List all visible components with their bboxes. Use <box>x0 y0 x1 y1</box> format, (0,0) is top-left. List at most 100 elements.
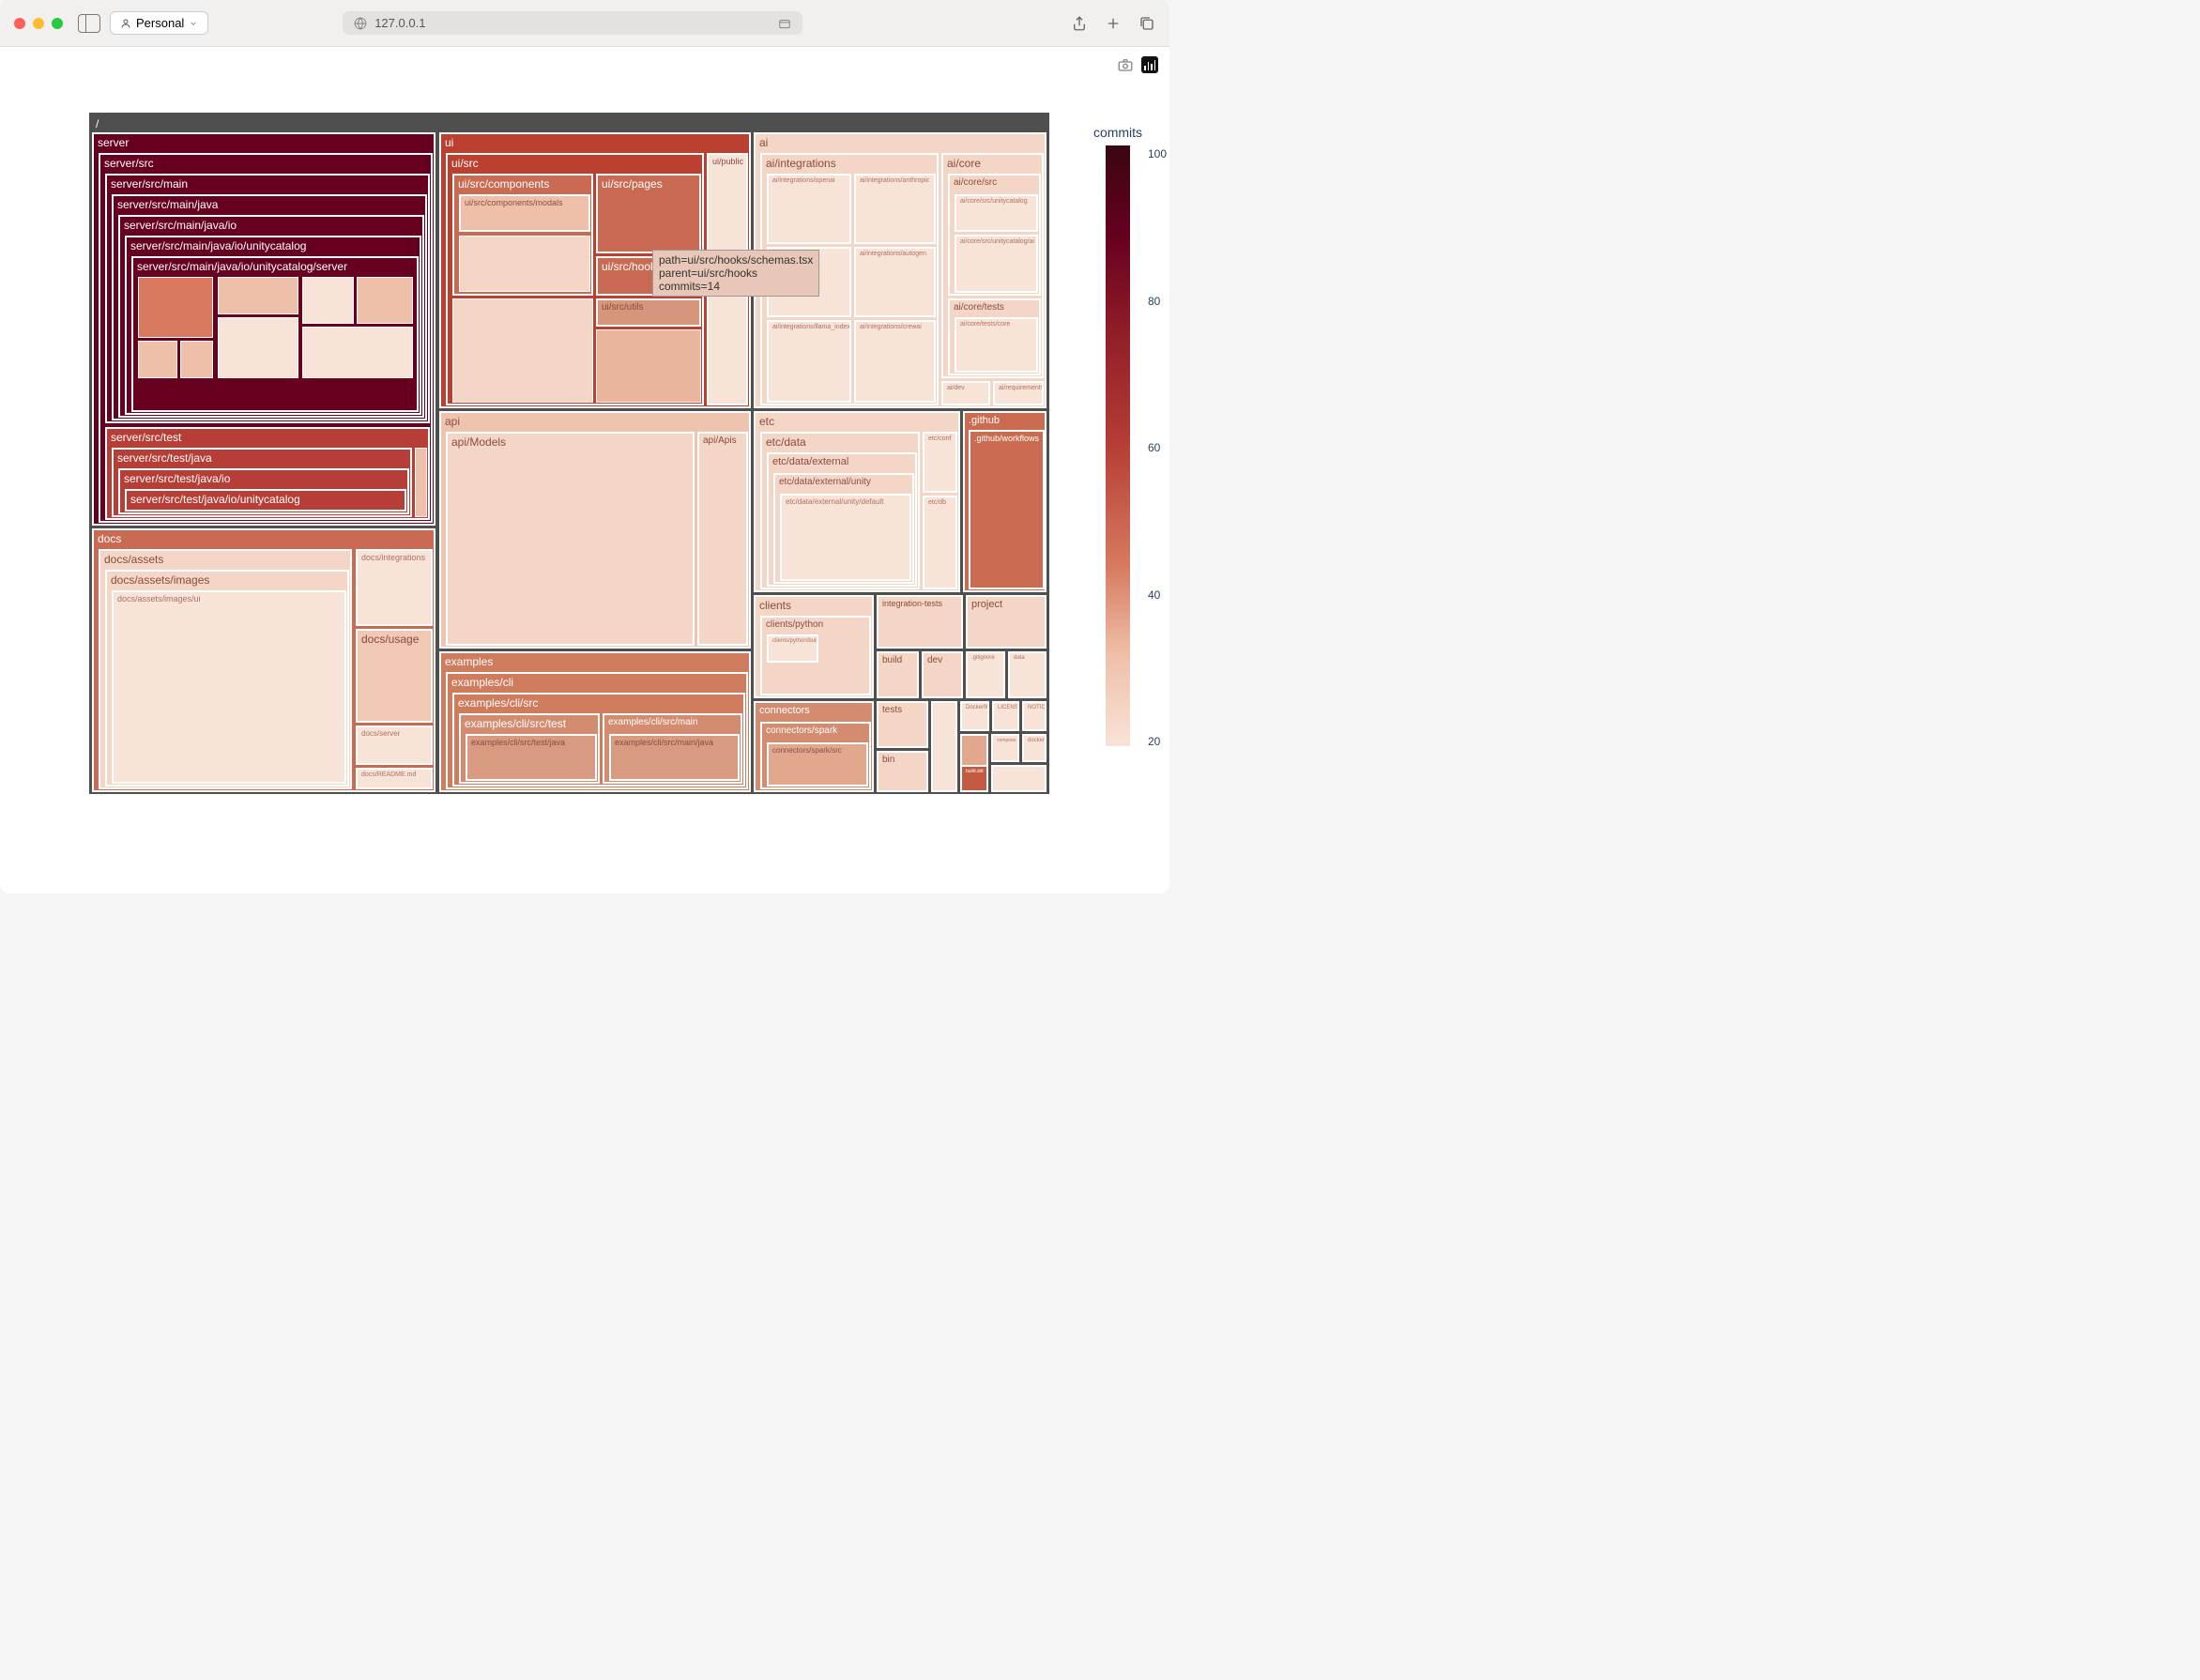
treemap-node[interactable]: connectors/spark connectors/spark/src <box>760 722 871 789</box>
treemap-leaf[interactable]: etc/db <box>923 496 957 589</box>
treemap-leaf-gitignore[interactable]: .gitignore <box>966 651 1005 698</box>
treemap-node[interactable]: docs/assets/images docs/assets/images/ui <box>105 570 349 787</box>
treemap-leaf[interactable] <box>302 277 354 324</box>
new-tab-icon[interactable] <box>1105 15 1122 32</box>
treemap-leaf[interactable]: examples/cli/src/main/java <box>609 734 740 781</box>
treemap-leaf[interactable] <box>218 317 298 378</box>
treemap-node[interactable]: etc/data/external etc/data/external/unit… <box>767 452 917 587</box>
treemap-leaf[interactable]: ai/core/src/unitycatalog/ai <box>955 235 1038 293</box>
treemap-node[interactable]: docs/integrations <box>356 549 433 626</box>
treemap-node-github[interactable]: .github .github/workflows <box>963 411 1047 592</box>
treemap-chart[interactable]: / server server/src server/src/main serv… <box>89 113 1049 794</box>
minimize-window-button[interactable] <box>33 18 44 29</box>
treemap-node[interactable]: .github/workflows <box>969 430 1045 589</box>
treemap-node-connectors[interactable]: connectors connectors/spark connectors/s… <box>754 701 874 792</box>
treemap-node[interactable]: server/src/main/java server/src/main/jav… <box>112 194 427 420</box>
treemap-leaf[interactable]: clients/python/build <box>767 634 818 663</box>
treemap-leaf[interactable]: ai/integrations/llama_index <box>767 320 851 403</box>
treemap-leaf[interactable]: etc/conf <box>923 432 957 493</box>
treemap-leaf-compose[interactable]: compose.yaml <box>991 734 1019 762</box>
treemap-node[interactable]: clients/python clients/python/build <box>760 616 871 695</box>
treemap-node[interactable]: server/src/test/java server/src/test/jav… <box>112 448 412 517</box>
treemap-node-bin[interactable]: bin <box>877 751 928 792</box>
treemap-leaf[interactable] <box>138 277 213 338</box>
treemap-leaf[interactable]: ai/requirements <box>993 381 1044 405</box>
treemap-node[interactable]: api/Models <box>446 432 695 646</box>
treemap-node-server-src-main[interactable]: server/src/main server/src/main/java ser… <box>105 174 430 423</box>
treemap-node-tests[interactable]: tests <box>877 701 928 748</box>
treemap-node[interactable]: server/src/test/java/io server/src/test/… <box>118 468 409 514</box>
treemap-node[interactable]: examples/cli/src/main examples/cli/src/m… <box>603 713 742 784</box>
treemap-node[interactable]: docs/usage <box>356 629 433 723</box>
treemap-node-etc[interactable]: etc etc/data etc/data/external etc/data/… <box>754 411 960 592</box>
treemap-node[interactable]: examples/cli/src/test examples/cli/src/t… <box>459 713 600 784</box>
treemap-leaf[interactable]: ai/integrations/autogen <box>854 247 936 317</box>
treemap-leaf[interactable]: ai/core/src/unitycatalog <box>955 194 1038 232</box>
treemap-node[interactable]: docs/assets docs/assets/images docs/asse… <box>99 549 352 789</box>
maximize-window-button[interactable] <box>52 18 63 29</box>
treemap-leaf[interactable]: ai/core/tests/core <box>955 317 1038 373</box>
treemap-leaf[interactable] <box>180 341 213 378</box>
treemap-node[interactable]: server/src/main/java/io/unitycatalog ser… <box>125 236 421 415</box>
treemap-node-integration-tests[interactable]: integration-tests <box>877 595 963 649</box>
profile-dropdown[interactable]: Personal <box>110 11 208 35</box>
treemap-node-dev[interactable]: dev <box>922 651 963 698</box>
treemap-leaf-data[interactable]: data <box>1008 651 1047 698</box>
camera-icon[interactable] <box>1117 56 1134 73</box>
treemap-node-docs[interactable]: docs docs/assets docs/assets/images docs… <box>92 528 435 792</box>
treemap-node-api[interactable]: api api/Models api/Apis <box>439 411 751 649</box>
treemap-leaf[interactable] <box>991 765 1047 792</box>
treemap-leaf[interactable]: ai/integrations/crewai <box>854 320 936 403</box>
treemap-node[interactable]: etc/data etc/data/external etc/data/exte… <box>760 432 920 589</box>
treemap-node[interactable]: ai/core ai/core/src ai/core/src/unitycat… <box>941 153 1044 378</box>
treemap-node[interactable]: etc/data/external/unity etc/data/externa… <box>773 473 914 584</box>
treemap-leaf[interactable] <box>415 448 427 517</box>
treemap-node-clients[interactable]: clients clients/python clients/python/bu… <box>754 595 874 698</box>
treemap-leaf[interactable] <box>459 236 590 292</box>
treemap-leaf[interactable] <box>596 329 701 403</box>
treemap-leaf[interactable] <box>452 298 593 403</box>
treemap-node[interactable]: etc/data/external/unity/default <box>780 494 911 581</box>
treemap-node-server[interactable]: server server/src server/src/main server… <box>92 132 435 526</box>
treemap-leaf[interactable]: ai/dev <box>941 381 990 405</box>
treemap-node[interactable]: examples/cli/src examples/cli/src/test e… <box>452 693 745 787</box>
address-bar[interactable]: 127.0.0.1 <box>343 11 802 35</box>
treemap-node[interactable]: docs/README.md <box>356 768 433 789</box>
treemap-node-server-src-test[interactable]: server/src/test server/src/test/java ser… <box>105 427 430 520</box>
treemap-leaf-license[interactable]: LICENSE <box>992 701 1019 731</box>
treemap-node[interactable]: ui/src/pages <box>596 174 701 253</box>
treemap-leaf[interactable] <box>302 327 413 378</box>
treemap-leaf[interactable]: ai/integrations/anthropic <box>854 174 936 244</box>
treemap-node-project[interactable]: project <box>966 595 1047 649</box>
treemap-leaf[interactable]: ai/integrations/openai <box>767 174 851 244</box>
treemap-node[interactable]: api/Apis <box>697 432 748 646</box>
treemap-node-examples[interactable]: examples examples/cli examples/cli/src e… <box>439 651 751 792</box>
plotly-logo-icon[interactable] <box>1141 56 1158 73</box>
treemap-node-server-src[interactable]: server/src server/src/main server/src/ma… <box>99 153 433 523</box>
treemap-leaf-notice[interactable]: NOTICE <box>1022 701 1047 731</box>
treemap-node[interactable]: server/src/main/java/io server/src/main/… <box>118 215 424 418</box>
treemap-node[interactable]: docs/assets/images/ui <box>112 590 346 784</box>
treemap-root-label[interactable]: / <box>92 115 1047 132</box>
treemap-leaf[interactable] <box>357 277 413 324</box>
treemap-node[interactable]: server/src/test/java/io/unitycatalog <box>125 489 406 512</box>
treemap-node[interactable]: examples/cli examples/cli/src examples/c… <box>446 672 748 789</box>
close-window-button[interactable] <box>14 18 25 29</box>
tabs-icon[interactable] <box>1138 15 1155 32</box>
treemap-node[interactable]: ai/core/src ai/core/src/unitycatalog ai/… <box>948 174 1041 296</box>
sidebar-toggle-icon[interactable] <box>78 14 100 33</box>
treemap-node[interactable]: ui/src/utils <box>596 298 701 327</box>
treemap-node-build[interactable]: build <box>877 651 919 698</box>
treemap-leaf[interactable]: connectors/spark/src <box>767 742 868 787</box>
treemap-leaf[interactable]: ui/src/components/modals <box>459 194 590 232</box>
treemap-node[interactable]: docs/server <box>356 725 433 765</box>
treemap-leaf-docker[interactable]: docker <box>1022 734 1047 762</box>
treemap-leaf[interactable]: examples/cli/src/test/java <box>466 734 597 781</box>
treemap-leaf[interactable] <box>218 277 298 314</box>
treemap-node[interactable]: ai/core/tests ai/core/tests/core <box>948 298 1041 375</box>
treemap-leaf-dockerfile[interactable]: Dockerfile <box>960 701 989 731</box>
treemap-leaf-buildsbt[interactable]: build.sbt <box>960 765 988 792</box>
treemap-leaf[interactable] <box>138 341 177 378</box>
treemap-leaf[interactable] <box>931 701 957 792</box>
treemap-node[interactable]: ui/src/components ui/src/components/moda… <box>452 174 593 296</box>
